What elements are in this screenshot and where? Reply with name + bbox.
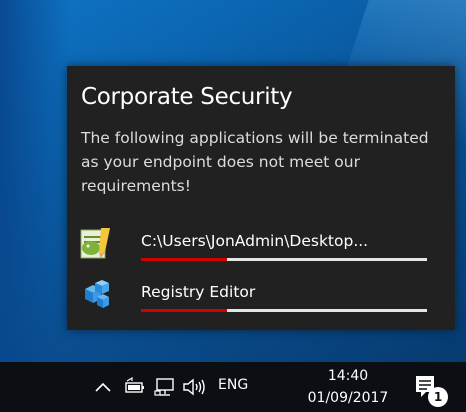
notification-message: The following applications will be termi… <box>81 129 429 195</box>
notepad-plus-plus-icon <box>80 228 110 259</box>
clock-date[interactable]: 01/09/2017 <box>298 390 398 406</box>
taskbar: ENG 14:40 01/09/2017 <box>0 362 466 412</box>
notification-title: Corporate Security <box>81 84 293 110</box>
progress-fill <box>141 309 227 312</box>
chevron-up-icon[interactable] <box>94 376 112 398</box>
progress-fill <box>141 258 227 261</box>
volume-icon[interactable] <box>182 376 208 398</box>
app-item-desktop-file: C:\Users\JonAdmin\Desktop... <box>79 226 439 264</box>
termination-progress-bar <box>141 309 427 312</box>
network-icon[interactable] <box>154 376 176 398</box>
registry-editor-icon <box>85 280 109 308</box>
notification-count-badge: 1 <box>428 387 448 407</box>
clock-time[interactable]: 14:40 <box>318 368 378 384</box>
app-name-label: C:\Users\JonAdmin\Desktop... <box>141 232 369 250</box>
language-indicator[interactable]: ENG <box>218 377 248 393</box>
app-name-label: Registry Editor <box>141 283 256 301</box>
termination-progress-bar <box>141 258 427 261</box>
security-notification[interactable]: Corporate Security The following applica… <box>67 66 455 330</box>
app-item-registry-editor: Registry Editor <box>79 277 439 315</box>
battery-icon[interactable] <box>124 376 146 398</box>
